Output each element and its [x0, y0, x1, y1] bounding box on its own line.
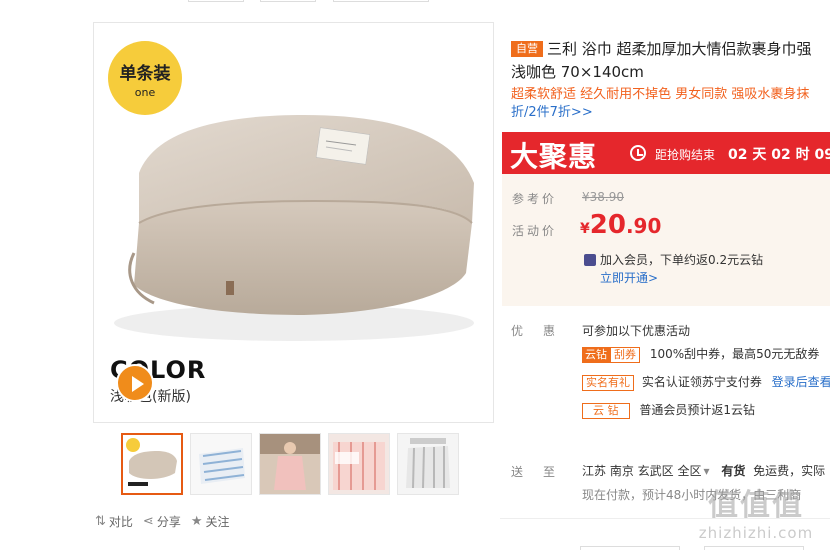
member-offer: 加入会员，下单约返0.2元云钻: [584, 251, 763, 268]
thumbnail-towel-beige: [123, 435, 181, 493]
member-icon: [584, 253, 596, 266]
main-product-image[interactable]: 单条装 one COLOR 浅咖色(新版): [93, 22, 494, 423]
thumbnail-strip: [121, 433, 459, 495]
top-tab-3[interactable]: [333, 0, 429, 2]
promo-end-label: 距抢购结束: [655, 148, 716, 162]
stock-status: 有货: [721, 464, 746, 478]
thumbnail-5[interactable]: [397, 433, 459, 495]
offer-text-2: 实名认证领苏宁支付券: [641, 375, 762, 389]
discount-link[interactable]: 折/2件7折>>: [511, 104, 593, 122]
product-actions: ⇅ 对比 ⋖ 分享 ★ 关注: [95, 513, 230, 530]
watermark-logo: 值值值: [708, 488, 804, 523]
quantity-row-partial: [580, 543, 804, 550]
top-tab-2[interactable]: [260, 0, 316, 2]
compare-button[interactable]: ⇅ 对比: [95, 513, 133, 530]
offer-tag-cloud: 云 钻: [582, 403, 630, 419]
reference-price: ¥38.90: [582, 190, 624, 204]
badge-main-text: 单条装: [119, 64, 171, 84]
promo-countdown: 02 天 02 时 09 分: [728, 147, 830, 163]
thumbnail-model-pink: [260, 434, 320, 494]
star-icon: ★: [190, 514, 203, 529]
thumbnail-2[interactable]: [190, 433, 252, 495]
share-icon: ⋖: [142, 514, 154, 529]
offer-row-2: 实名有礼 实名认证领苏宁支付券 登录后查看: [582, 373, 830, 391]
share-label: 分享: [156, 515, 181, 529]
offers-label: 优惠: [511, 324, 576, 338]
delivery-label: 送至: [511, 465, 576, 479]
product-subtitle: 超柔软舒适 经久耐用不掉色 男女同款 强吸水裹身抹: [511, 87, 810, 102]
price-decimal: .90: [625, 214, 662, 238]
offer-tag-cloud-diamond: 云钻: [582, 347, 610, 363]
thumbnail-towel-striped: [191, 434, 251, 494]
delivery-location[interactable]: 江苏 南京 玄武区 全区: [582, 464, 701, 478]
compare-icon: ⇅: [95, 514, 106, 529]
offer-row-1: 云钻 刮券 100%刮中券，最高50元无敌券: [582, 345, 819, 363]
login-to-view-link[interactable]: 登录后查看: [772, 375, 830, 389]
follow-label: 关注: [205, 515, 230, 529]
thumbnail-towel-pink-stripes: [329, 434, 389, 494]
promo-logo: 大聚惠: [510, 140, 598, 173]
offer-text-3: 普通会员预计返1云钻: [639, 403, 755, 417]
shipping-info: 免运费，实际: [753, 464, 826, 478]
self-operated-badge: 自营: [511, 41, 543, 57]
thumbnail-3[interactable]: [259, 433, 321, 495]
price-integer: 20: [589, 210, 626, 240]
share-button[interactable]: ⋖ 分享: [143, 513, 181, 530]
member-signup-link[interactable]: 立即开通>: [600, 269, 658, 286]
member-offer-text: 加入会员，下单约返0.2元云钻: [600, 253, 764, 267]
product-title: 自营 三利 浴巾 超柔加厚加大情侣款裹身巾强: [511, 36, 830, 62]
badge-sub-text: one: [134, 86, 156, 99]
clock-icon: [630, 145, 646, 161]
offer-tag-scratch[interactable]: 刮券: [610, 347, 640, 363]
top-tab-1[interactable]: [188, 0, 244, 2]
product-title-line2: 浅咖色 70×140cm: [511, 63, 644, 81]
promo-banner: 大聚惠 距抢购结束 02 天 02 时 09 分: [502, 132, 830, 174]
watermark: 值值值 zhizhizhi.com: [686, 480, 826, 542]
offer-tag-realname: 实名有礼: [582, 375, 634, 391]
compare-label: 对比: [108, 515, 133, 529]
product-title-text: 三利 浴巾 超柔加厚加大情侣款裹身巾强: [547, 40, 812, 58]
sale-price: ¥20.90: [580, 210, 661, 240]
delivery-row: 江苏 南京 玄武区 全区 ▾ 有货 免运费，实际: [582, 462, 825, 479]
currency-symbol: ¥: [580, 221, 590, 237]
offer-text-1: 100%刮中券，最高50元无敌券: [649, 347, 820, 361]
thumbnail-4[interactable]: [328, 433, 390, 495]
follow-button[interactable]: ★ 关注: [191, 513, 230, 530]
offer-row-3: 云 钻 普通会员预计返1云钻: [582, 401, 755, 419]
price-box: 参考价 ¥38.90 活动价 ¥20.90 加入会员，下单约返0.2元云钻 立即…: [502, 174, 830, 306]
watermark-url: zhizhizhi.com: [698, 524, 814, 542]
video-play-icon[interactable]: [116, 364, 154, 402]
single-pack-badge: 单条装 one: [108, 41, 182, 115]
sale-price-label: 活动价: [512, 224, 558, 238]
offers-intro: 可参加以下优惠活动: [582, 324, 691, 338]
reference-price-label: 参考价: [512, 192, 558, 206]
thumbnail-1[interactable]: [121, 433, 183, 495]
thumbnail-towel-grey-stripes: [398, 434, 458, 494]
chevron-down-icon[interactable]: ▾: [703, 464, 709, 478]
